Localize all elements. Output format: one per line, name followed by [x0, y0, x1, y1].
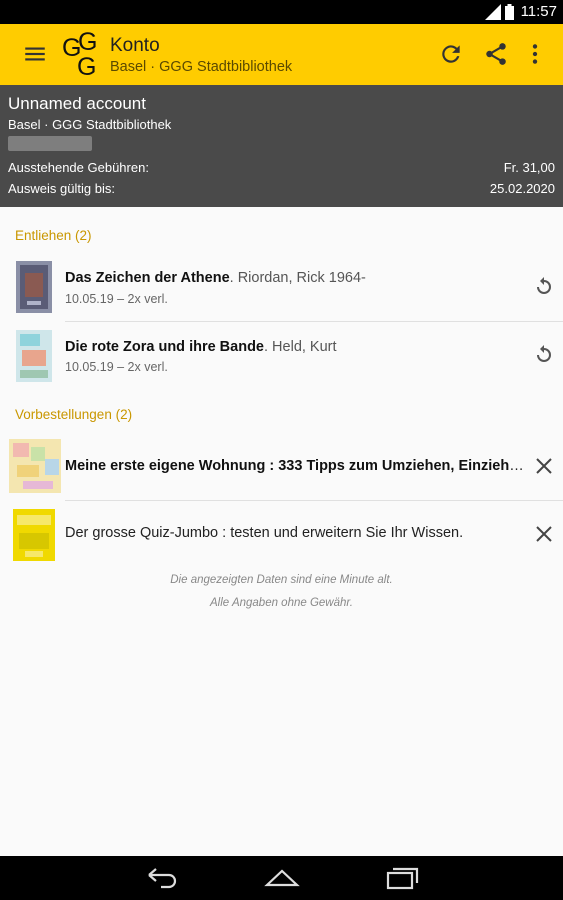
page-subtitle: Basel · GGG Stadtbibliothek	[110, 59, 293, 75]
account-header: Unnamed account Basel · GGG Stadtbibliot…	[0, 85, 563, 207]
item-author: . Riordan, Rick 1964-	[229, 270, 366, 286]
navigation-bar	[0, 856, 563, 900]
account-library: Basel · GGG Stadtbibliothek	[8, 117, 172, 132]
book-cover-thumbnail	[9, 439, 61, 493]
fees-row: Ausstehende Gebühren: Fr. 31,00	[8, 160, 555, 175]
valid-row: Ausweis gültig bis: 25.02.2020	[8, 181, 555, 196]
ggg-logo: G G G	[62, 31, 97, 77]
book-cover-thumbnail	[13, 509, 55, 561]
recents-icon[interactable]	[384, 865, 420, 891]
status-time: 11:57	[520, 3, 557, 20]
svg-text:G: G	[77, 53, 96, 77]
valid-label: Ausweis gültig bis:	[8, 181, 115, 196]
item-title: Der grosse Quiz-Jumbo : testen und erwei…	[65, 525, 464, 541]
list-item[interactable]: Die rote Zora und ihre Bande. Held, Kurt…	[0, 322, 563, 388]
data-age-note: Die angezeigten Daten sind eine Minute a…	[170, 574, 393, 586]
status-icons: 11:57	[484, 3, 557, 20]
share-icon[interactable]	[483, 41, 509, 67]
item-details: 10.05.19 – 2x verl.	[65, 360, 168, 374]
more-vert-icon[interactable]	[522, 41, 548, 67]
battery-icon	[504, 3, 514, 20]
item-author: . Held, Kurt	[264, 339, 337, 355]
status-bar: 11:57	[0, 0, 563, 24]
item-details: 10.05.19 – 2x verl.	[65, 292, 168, 306]
lent-section-header: Entliehen (2)	[15, 228, 92, 243]
valid-value: 25.02.2020	[489, 181, 555, 196]
fees-label: Ausstehende Gebühren:	[8, 160, 149, 175]
list-item[interactable]: Der grosse Quiz-Jumbo : testen und erwei…	[0, 501, 563, 567]
book-cover-thumbnail	[16, 261, 52, 313]
renew-icon[interactable]	[532, 343, 556, 367]
masked-card-number	[8, 136, 92, 151]
menu-icon[interactable]	[22, 41, 48, 67]
item-title: Die rote Zora und ihre Bande	[65, 339, 264, 355]
item-title: Meine erste eigene Wohnung : 333 Tipps z…	[65, 458, 530, 474]
disclaimer-note: Alle Angaben ohne Gewähr.	[210, 597, 353, 609]
app-bar: G G G Konto Basel · GGG Stadtbibliothek	[0, 24, 563, 85]
list-item[interactable]: Meine erste eigene Wohnung : 333 Tipps z…	[0, 434, 563, 500]
reservations-section-header: Vorbestellungen (2)	[15, 407, 133, 422]
close-icon[interactable]	[532, 454, 556, 478]
renew-icon[interactable]	[532, 275, 556, 299]
signal-icon	[484, 3, 501, 20]
close-icon[interactable]	[532, 522, 556, 546]
item-title: Das Zeichen der Athene	[65, 270, 230, 286]
refresh-icon[interactable]	[438, 41, 464, 67]
account-name: Unnamed account	[8, 94, 146, 113]
fees-value: Fr. 31,00	[503, 160, 555, 175]
list-item[interactable]: Das Zeichen der Athene. Riordan, Rick 19…	[0, 255, 563, 321]
page-title: Konto	[110, 35, 160, 56]
book-cover-thumbnail	[16, 330, 52, 382]
back-icon[interactable]	[143, 865, 179, 891]
home-icon[interactable]	[264, 865, 300, 891]
